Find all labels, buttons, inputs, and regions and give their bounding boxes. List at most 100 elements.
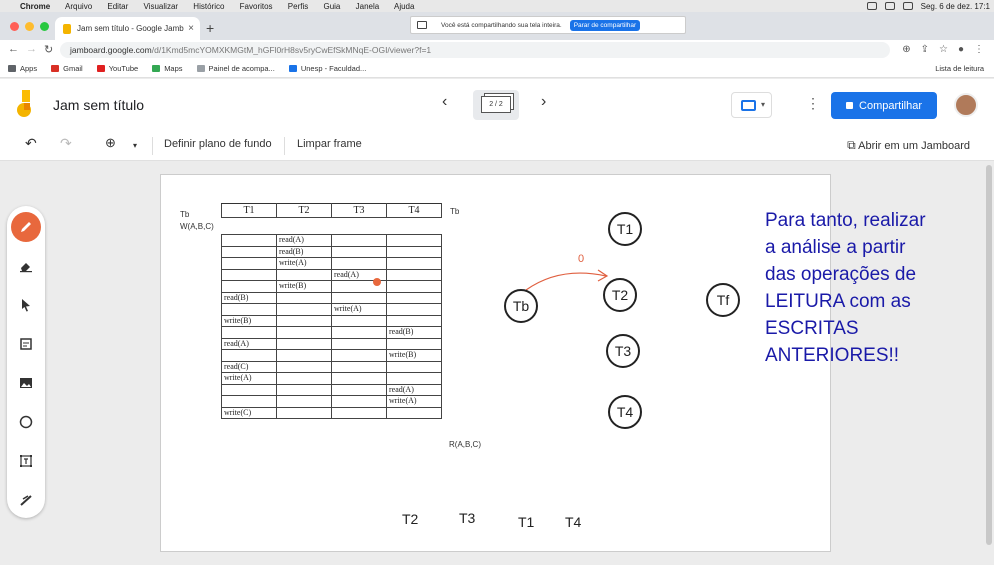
browser-tab[interactable]: Jam sem título - Google Jamb × [55, 17, 200, 40]
jam-title[interactable]: Jam sem título [53, 97, 144, 113]
eraser-icon [20, 263, 32, 273]
table-row: read(A) [221, 383, 442, 396]
table-row: write(B) [221, 349, 442, 362]
open-in-jamboard-button[interactable]: ⧉ Abrir em um Jamboard [847, 138, 970, 153]
browser-menu-icon[interactable]: ⋮ [974, 44, 984, 55]
maximize-window-icon[interactable] [40, 22, 49, 31]
table-cell [331, 234, 387, 247]
jamboard-logo-icon[interactable] [16, 90, 32, 118]
bookmark-apps[interactable]: Apps [8, 64, 37, 73]
bookmark-painel[interactable]: Painel de acompa... [196, 64, 275, 73]
gap-cell [221, 217, 277, 235]
clear-frame-button[interactable]: Limpar frame [297, 138, 362, 150]
menu-app[interactable]: Chrome [20, 2, 50, 11]
star-icon[interactable]: ☆ [939, 44, 948, 55]
bookmark-unesp[interactable]: Unesp - Faculdad... [288, 64, 367, 73]
menu-file[interactable]: Arquivo [65, 2, 92, 11]
bookmark-youtube[interactable]: YouTube [96, 64, 138, 73]
back-icon[interactable]: ← [8, 43, 19, 55]
next-frame-icon[interactable]: › [541, 93, 546, 111]
screen-share-icon[interactable] [866, 2, 877, 10]
share-icon[interactable]: ⇪ [921, 44, 929, 55]
table-row: read(A) [221, 337, 442, 350]
image-tool[interactable] [11, 368, 41, 398]
tab-close-icon[interactable]: × [188, 23, 194, 34]
pen-tool[interactable] [11, 212, 41, 242]
new-tab-icon[interactable]: + [206, 20, 214, 36]
shape-tool[interactable] [11, 407, 41, 437]
menu-profiles[interactable]: Perfis [288, 2, 308, 11]
table-cell [221, 234, 277, 247]
w-abc-label: W(A,B,C) [180, 222, 214, 231]
bookmark-gmail[interactable]: Gmail [51, 64, 83, 73]
undo-icon[interactable]: ↶ [25, 135, 37, 152]
table-row: read(B) [221, 291, 442, 304]
menu-bookmarks[interactable]: Favoritos [240, 2, 273, 11]
note-text[interactable]: Para tanto, realizar a análise a partir … [765, 207, 926, 369]
lock-icon [846, 102, 854, 109]
node-tf[interactable]: Tf [706, 283, 740, 317]
vertical-scrollbar[interactable] [986, 165, 992, 545]
text-box-tool[interactable] [11, 446, 41, 476]
table-cell [331, 372, 387, 385]
node-t4[interactable]: T4 [608, 395, 642, 429]
table-cell [331, 337, 387, 350]
menu-history[interactable]: Histórico [193, 2, 224, 11]
set-background-button[interactable]: Definir plano de fundo [164, 138, 272, 150]
pen-icon [21, 222, 31, 232]
clock[interactable]: Seg. 6 de dez. 17:1 [921, 2, 990, 11]
menu-window[interactable]: Janela [356, 2, 380, 11]
avatar[interactable] [954, 93, 978, 117]
table-row: read(B) [221, 245, 442, 258]
table-cell [386, 372, 442, 385]
table-cell [276, 406, 332, 419]
menu-view[interactable]: Visualizar [144, 2, 179, 11]
more-options-icon[interactable]: ⋮ [806, 95, 820, 112]
table-cell [221, 280, 277, 293]
profile-icon[interactable]: ● [958, 44, 964, 55]
menu-help[interactable]: Ajuda [394, 2, 414, 11]
reading-list[interactable]: Lista de leitura [935, 64, 984, 73]
select-tool[interactable] [11, 290, 41, 320]
menu-tab[interactable]: Guia [323, 2, 340, 11]
table-cell [276, 372, 332, 385]
laser-tool[interactable] [11, 485, 41, 515]
jamboard-header: Jam sem título ‹ 2 / 2 › ▾ ⋮ Compartilha… [0, 79, 994, 131]
open-in-app-icon: ⧉ [847, 138, 856, 152]
edge-label: 0 [578, 253, 585, 265]
cast-button[interactable]: ▾ [731, 92, 772, 118]
reload-icon[interactable]: ↻ [44, 43, 53, 56]
bookmark-label: Unesp - Faculdad... [300, 64, 367, 73]
zoom-icon[interactable]: ⊕ [105, 135, 116, 151]
sticky-note-tool[interactable] [11, 329, 41, 359]
frame-bar-button[interactable]: 2 / 2 [473, 90, 519, 120]
table-cell: write(A) [221, 372, 277, 385]
minimize-window-icon[interactable] [25, 22, 34, 31]
url-input[interactable]: jamboard.google.com/d/1Kmd5mcYOMXKMGtM_h… [60, 42, 890, 58]
eraser-tool[interactable] [11, 251, 41, 281]
table-cell: write(C) [221, 406, 277, 419]
table-cell [386, 406, 442, 419]
table-cell [331, 314, 387, 327]
node-t2[interactable]: T2 [603, 278, 637, 312]
circle-shape-icon [19, 415, 33, 429]
table-cell [331, 349, 387, 362]
table-cell [386, 268, 442, 281]
zoom-icon[interactable]: ⊕ [902, 44, 910, 55]
precedence-arrow [525, 269, 609, 291]
node-t1[interactable]: T1 [608, 212, 642, 246]
stop-sharing-button[interactable]: Parar de compartilhar [569, 19, 641, 31]
bookmark-maps[interactable]: Maps [152, 64, 183, 73]
forward-icon[interactable]: → [26, 43, 37, 55]
zoom-chevron-icon[interactable]: ▾ [133, 141, 137, 150]
redo-icon[interactable]: ↷ [60, 135, 72, 152]
close-window-icon[interactable] [10, 22, 19, 31]
share-button[interactable]: Compartilhar [831, 92, 937, 119]
wifi-icon[interactable] [902, 2, 913, 10]
menu-edit[interactable]: Editar [107, 2, 128, 11]
battery-icon[interactable] [884, 2, 895, 10]
table-cell: read(A) [386, 383, 442, 396]
node-tb[interactable]: Tb [504, 289, 538, 323]
prev-frame-icon[interactable]: ‹ [442, 93, 447, 111]
node-t3[interactable]: T3 [606, 334, 640, 368]
